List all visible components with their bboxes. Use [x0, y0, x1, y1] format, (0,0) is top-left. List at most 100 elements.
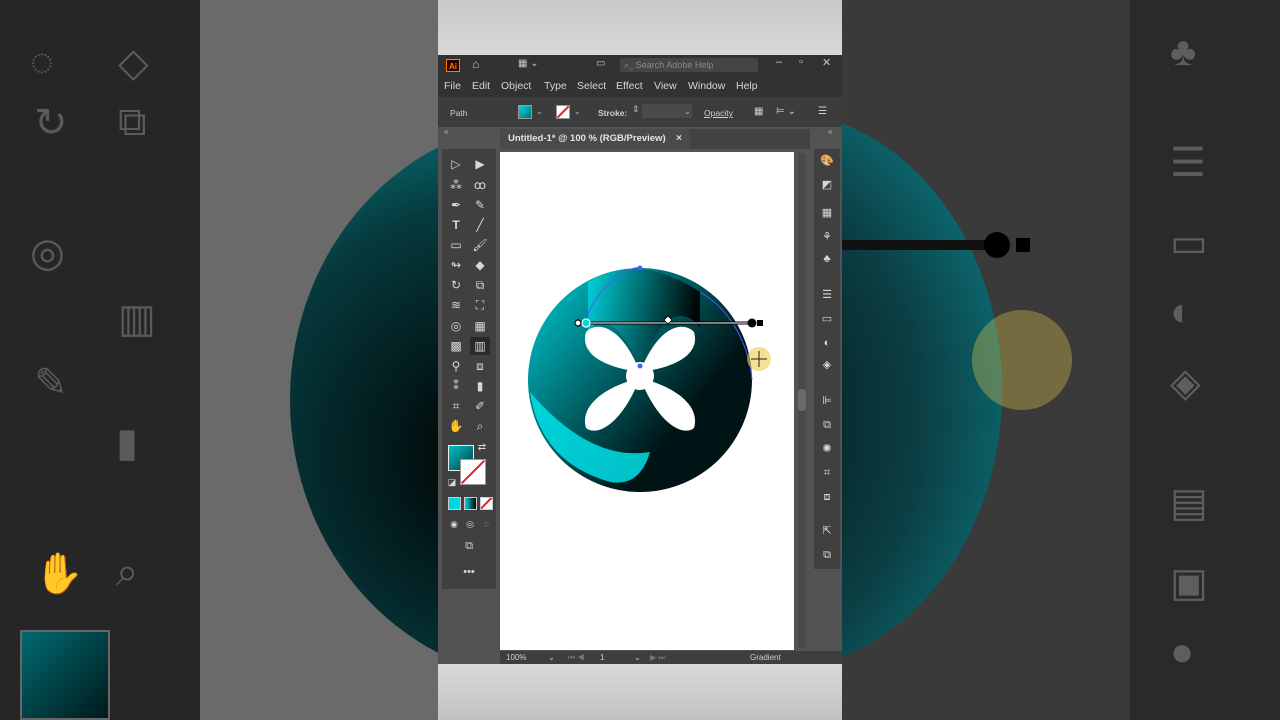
- zoom-dropdown-icon[interactable]: ⌄: [548, 651, 555, 664]
- color-guide-icon[interactable]: ◩: [818, 177, 836, 193]
- brushes-icon[interactable]: ⚘: [818, 229, 836, 245]
- eyedropper-icon[interactable]: ⚲: [446, 357, 466, 375]
- canvas-area[interactable]: [500, 149, 810, 654]
- zoom-icon[interactable]: ⌕: [470, 417, 490, 435]
- menu-object[interactable]: Object: [501, 80, 531, 92]
- opacity-link[interactable]: Opacity: [704, 108, 733, 118]
- pen-icon[interactable]: ✒: [446, 196, 466, 214]
- home-icon[interactable]: ⌂: [472, 57, 479, 71]
- export-icon[interactable]: ⇱: [818, 523, 836, 539]
- blurred-fill-swatch: [20, 630, 110, 720]
- workspace-switcher-icon[interactable]: ▦ ⌄: [518, 58, 539, 69]
- gradient-icon: ▥: [118, 297, 156, 341]
- pathfinder-icon[interactable]: ⧉: [818, 417, 836, 433]
- align-options-icon[interactable]: ⊨ ⌄: [776, 106, 796, 117]
- close-icon[interactable]: ✕: [822, 56, 831, 69]
- transform-icon[interactable]: ⌗: [818, 465, 836, 481]
- screen-mode-icon[interactable]: ⧉: [459, 537, 479, 555]
- menu-help[interactable]: Help: [736, 80, 758, 92]
- stroke-swatch[interactable]: [556, 105, 570, 119]
- panel-collapse-icon[interactable]: «: [828, 127, 832, 136]
- menu-type[interactable]: Type: [544, 80, 567, 92]
- paintbrush-icon[interactable]: 🖌: [470, 236, 490, 254]
- menu-effect[interactable]: Effect: [616, 80, 643, 92]
- anchor-point[interactable]: [637, 265, 643, 271]
- mesh-icon[interactable]: ▩: [446, 337, 466, 355]
- menu-edit[interactable]: Edit: [472, 80, 490, 92]
- curvature-icon[interactable]: ✎: [470, 196, 490, 214]
- free-transform-icon[interactable]: ⛶: [470, 296, 490, 314]
- shaper-icon[interactable]: ↬: [446, 256, 466, 274]
- align-to-icon[interactable]: ▦: [754, 106, 763, 117]
- eraser-icon[interactable]: ◆: [470, 256, 490, 274]
- magic-wand-icon[interactable]: ⁂: [446, 176, 466, 194]
- symbol-sprayer-icon[interactable]: ⁑: [446, 377, 466, 395]
- minimize-icon[interactable]: –: [776, 56, 782, 68]
- anchor-point[interactable]: [637, 363, 643, 369]
- artboard-number[interactable]: 1: [600, 651, 604, 664]
- artboard[interactable]: [500, 152, 794, 650]
- transparency-icon[interactable]: ◐: [818, 335, 836, 351]
- default-colors-icon[interactable]: ◪: [442, 473, 462, 491]
- background-left-blur: ◌ ◇ ↻ ⧉ ◎ ▥ ✎ ▮ ✋ ⌕: [0, 0, 438, 720]
- maximize-icon[interactable]: ▫: [799, 56, 803, 68]
- links-icon[interactable]: ⧉: [818, 547, 836, 563]
- color-icon[interactable]: 🎨: [818, 153, 836, 169]
- stroke-weight-stepper-icon[interactable]: ⇕: [632, 104, 640, 115]
- last-artboard-icon[interactable]: ▶ ⏭: [650, 651, 666, 664]
- menu-select[interactable]: Select: [577, 80, 606, 92]
- line-icon[interactable]: ╱: [470, 216, 490, 234]
- shape-builder-icon[interactable]: ◎: [446, 317, 466, 335]
- stroke-weight-dropdown-icon[interactable]: ⌄: [684, 107, 691, 116]
- stroke-dropdown-icon[interactable]: ⌄: [574, 107, 581, 116]
- scale-icon[interactable]: ⧉: [470, 276, 490, 294]
- type-icon[interactable]: T: [446, 216, 466, 234]
- layers-icon[interactable]: ◈: [818, 357, 836, 373]
- menu-window[interactable]: Window: [688, 80, 725, 92]
- perspective-icon[interactable]: ▦: [470, 317, 490, 335]
- hand-icon[interactable]: ✋: [446, 417, 466, 435]
- swap-fill-stroke-icon[interactable]: ⇄: [472, 439, 492, 457]
- color-mode-icon[interactable]: [448, 497, 461, 510]
- align-icon[interactable]: ⊫: [818, 393, 836, 409]
- fill-swatch[interactable]: [518, 105, 532, 119]
- search-input[interactable]: ⌕⌄ Search Adobe Help: [620, 58, 758, 72]
- toolbar-collapse-icon[interactable]: «: [444, 127, 448, 136]
- status-bar: 100% ⌄ ⏮ ◀ 1 ⌄ ▶ ⏭ Gradient: [500, 651, 842, 664]
- column-graph-icon[interactable]: ▮: [470, 377, 490, 395]
- edit-toolbar-icon[interactable]: •••: [459, 563, 479, 581]
- selection-icon[interactable]: ▷: [446, 155, 466, 173]
- slice-icon[interactable]: ✐: [470, 397, 490, 415]
- swatches-icon[interactable]: ▦: [818, 205, 836, 221]
- stroke-color-box[interactable]: [460, 459, 486, 485]
- menu-view[interactable]: View: [654, 80, 677, 92]
- artboard-icon[interactable]: ⌗: [446, 397, 466, 415]
- warp-icon[interactable]: ≋: [446, 296, 466, 314]
- fill-dropdown-icon[interactable]: ⌄: [536, 107, 543, 116]
- scroll-thumb[interactable]: [798, 389, 806, 411]
- first-artboard-icon[interactable]: ⏮ ◀: [568, 651, 585, 664]
- close-tab-icon[interactable]: ×: [676, 129, 682, 149]
- gradient-panel-icon[interactable]: ▭: [818, 311, 836, 327]
- artboard-dropdown-icon[interactable]: ⌄: [634, 651, 641, 664]
- stroke-icon[interactable]: ☰: [818, 287, 836, 303]
- appearance-icon[interactable]: ✺: [818, 441, 836, 457]
- artboards-icon[interactable]: ⧈: [818, 489, 836, 505]
- rotate-icon[interactable]: ↻: [446, 276, 466, 294]
- vertical-scrollbar[interactable]: [798, 153, 806, 648]
- lasso-icon[interactable]: ꝏ: [470, 176, 490, 194]
- menu-file[interactable]: File: [444, 80, 461, 92]
- none-mode-icon[interactable]: [480, 497, 493, 510]
- circle-logo[interactable]: [528, 268, 752, 492]
- symbols-icon[interactable]: ♣: [818, 251, 836, 267]
- control-menu-icon[interactable]: ☰: [818, 106, 827, 117]
- draw-inside-icon[interactable]: ◌: [476, 515, 496, 533]
- rectangle-icon[interactable]: ▭: [446, 236, 466, 254]
- gradient-mode-icon[interactable]: [464, 497, 477, 510]
- zoom-level[interactable]: 100%: [506, 651, 526, 664]
- blend-icon[interactable]: ⧈: [470, 357, 490, 375]
- arrange-documents-icon[interactable]: ▭: [596, 58, 605, 69]
- direct-selection-icon[interactable]: ▶: [470, 155, 490, 173]
- document-tab[interactable]: Untitled-1* @ 100 % (RGB/Preview) ×: [500, 129, 690, 149]
- gradient-icon[interactable]: ▥: [470, 337, 490, 355]
